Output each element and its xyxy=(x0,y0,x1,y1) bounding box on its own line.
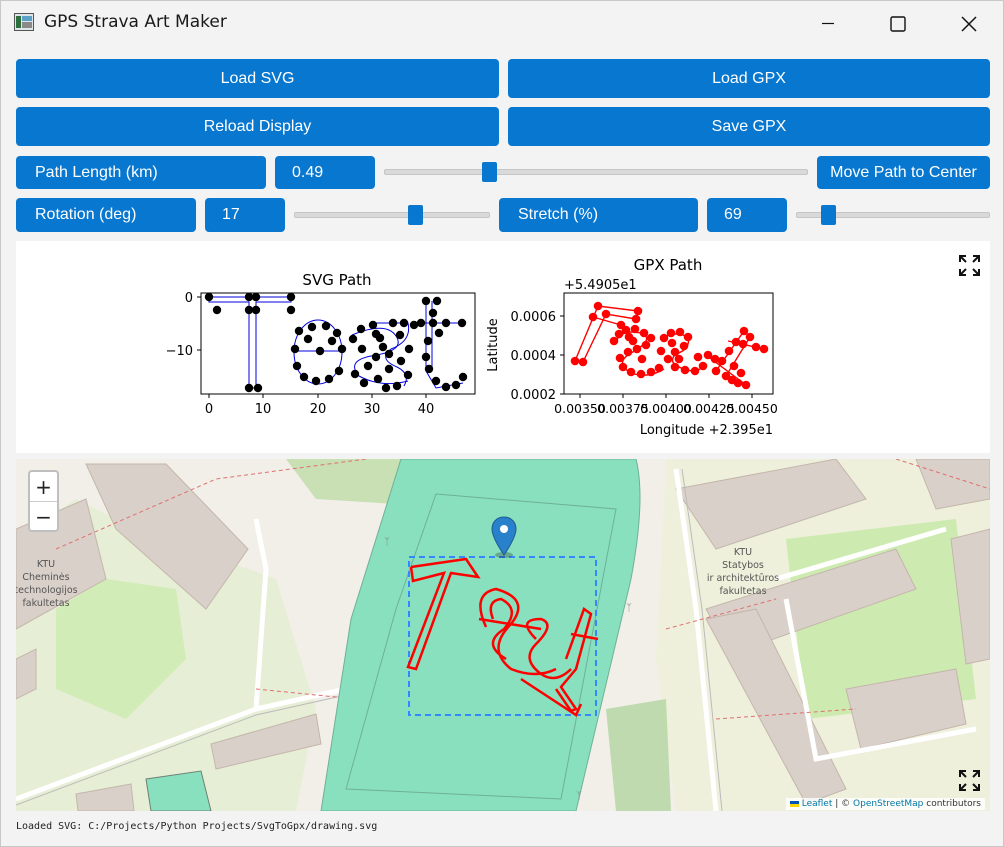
load-svg-button[interactable]: Load SVG xyxy=(16,59,499,98)
rotation-slider-handle[interactable] xyxy=(408,205,423,225)
map-label-left: Cheminės xyxy=(22,572,69,583)
title-bar: GPS Strava Art Maker xyxy=(1,1,1003,45)
svg-plot-title: SVG Path xyxy=(302,271,371,289)
plot-panel: SVG Path 0 10 20 30 40 0 −10 GPX Path +5… xyxy=(16,241,990,453)
svg-plot-xtick: 20 xyxy=(310,402,327,417)
zoom-out-button[interactable]: − xyxy=(30,502,57,531)
zoom-in-button[interactable]: + xyxy=(30,472,57,502)
map-label-left: KTU xyxy=(37,559,55,570)
window-title: GPS Strava Art Maker xyxy=(44,12,227,32)
power-tower-icon: ᛉ xyxy=(384,537,390,548)
map-attribution: Leaflet | © OpenStreetMap contributors xyxy=(785,798,985,810)
gpx-plot-offset: +5.4905e1 xyxy=(564,278,637,293)
leaflet-flag-icon xyxy=(789,800,799,807)
map-label-right: fakultetas xyxy=(719,586,766,597)
zoom-control: + − xyxy=(28,470,59,532)
minimize-button[interactable] xyxy=(805,1,851,45)
reload-display-button[interactable]: Reload Display xyxy=(16,107,499,146)
status-bar: Loaded SVG: C:/Projects/Python Projects/… xyxy=(16,821,378,832)
close-button[interactable] xyxy=(945,1,991,45)
power-tower-icon: ᛉ xyxy=(626,603,632,614)
app-icon xyxy=(14,13,34,31)
map-label-right: Statybos xyxy=(722,560,764,571)
gpx-plot-ylabel: Latitude xyxy=(486,318,501,372)
app-window: GPS Strava Art Maker Load SVG Load GPX R… xyxy=(0,0,1004,847)
map-canvas[interactable]: KTU Cheminės technologijos fakultetas KT… xyxy=(16,459,990,811)
gpx-plot-xtick: 0.00450 xyxy=(726,401,778,416)
save-gpx-button[interactable]: Save GPX xyxy=(508,107,990,146)
move-path-to-center-button[interactable]: Move Path to Center xyxy=(817,156,990,189)
svg-plot-xtick: 30 xyxy=(364,402,381,417)
map-label-right: ir architektūros xyxy=(707,573,779,584)
close-icon xyxy=(961,16,977,32)
rotation-label: Rotation (deg) xyxy=(16,198,196,232)
rotation-input[interactable]: 17 xyxy=(205,198,285,232)
attribution-suffix: contributors xyxy=(923,799,981,809)
plot-canvas: SVG Path 0 10 20 30 40 0 −10 GPX Path +5… xyxy=(166,255,980,438)
svg-plot-xtick: 10 xyxy=(255,402,272,417)
svg-plot-ytick: 0 xyxy=(185,291,193,306)
stretch-label: Stretch (%) xyxy=(499,198,698,232)
gpx-plot-ytick: 0.0006 xyxy=(511,310,557,325)
gpx-plot-xlabel: Longitude +2.395e1 xyxy=(640,423,773,438)
fullscreen-icon[interactable] xyxy=(959,255,980,276)
power-tower-icon: ᛉ xyxy=(576,791,582,802)
path-length-label: Path Length (km) xyxy=(16,156,266,189)
attribution-separator: | © xyxy=(832,799,854,809)
leaflet-link[interactable]: Leaflet xyxy=(802,799,833,809)
gpx-path-plot: GPX Path +5.4905e1 0.00350 0.00375 0.004… xyxy=(486,256,778,438)
gpx-plot-ytick: 0.0004 xyxy=(511,349,557,364)
map-label-right: KTU xyxy=(734,547,752,558)
map-label-left: technologijos xyxy=(16,585,78,596)
svg-path-plot: SVG Path 0 10 20 30 40 0 −10 xyxy=(166,271,476,417)
maximize-button[interactable] xyxy=(874,1,920,45)
svg-plot-xtick: 40 xyxy=(418,402,435,417)
map-panel[interactable]: KTU Cheminės technologijos fakultetas KT… xyxy=(16,459,990,811)
rotation-slider[interactable] xyxy=(294,204,490,226)
path-length-input[interactable]: 0.49 xyxy=(275,156,375,189)
maximize-icon xyxy=(890,16,906,32)
gpx-plot-title: GPX Path xyxy=(634,256,703,274)
stretch-slider[interactable] xyxy=(796,204,990,226)
osm-link[interactable]: OpenStreetMap xyxy=(853,799,923,809)
path-length-slider[interactable] xyxy=(384,161,808,183)
minimize-icon xyxy=(822,22,834,25)
load-gpx-button[interactable]: Load GPX xyxy=(508,59,990,98)
svg-plot-xtick: 0 xyxy=(205,402,213,417)
path-length-slider-track xyxy=(384,169,808,175)
svg-plot-ytick: −10 xyxy=(166,344,193,359)
rotation-slider-track xyxy=(294,212,490,218)
path-length-slider-handle[interactable] xyxy=(482,162,497,182)
gpx-plot-ytick: 0.0002 xyxy=(511,388,557,403)
stretch-slider-handle[interactable] xyxy=(821,205,836,225)
stretch-input[interactable]: 69 xyxy=(707,198,787,232)
map-label-left: fakultetas xyxy=(22,598,69,609)
